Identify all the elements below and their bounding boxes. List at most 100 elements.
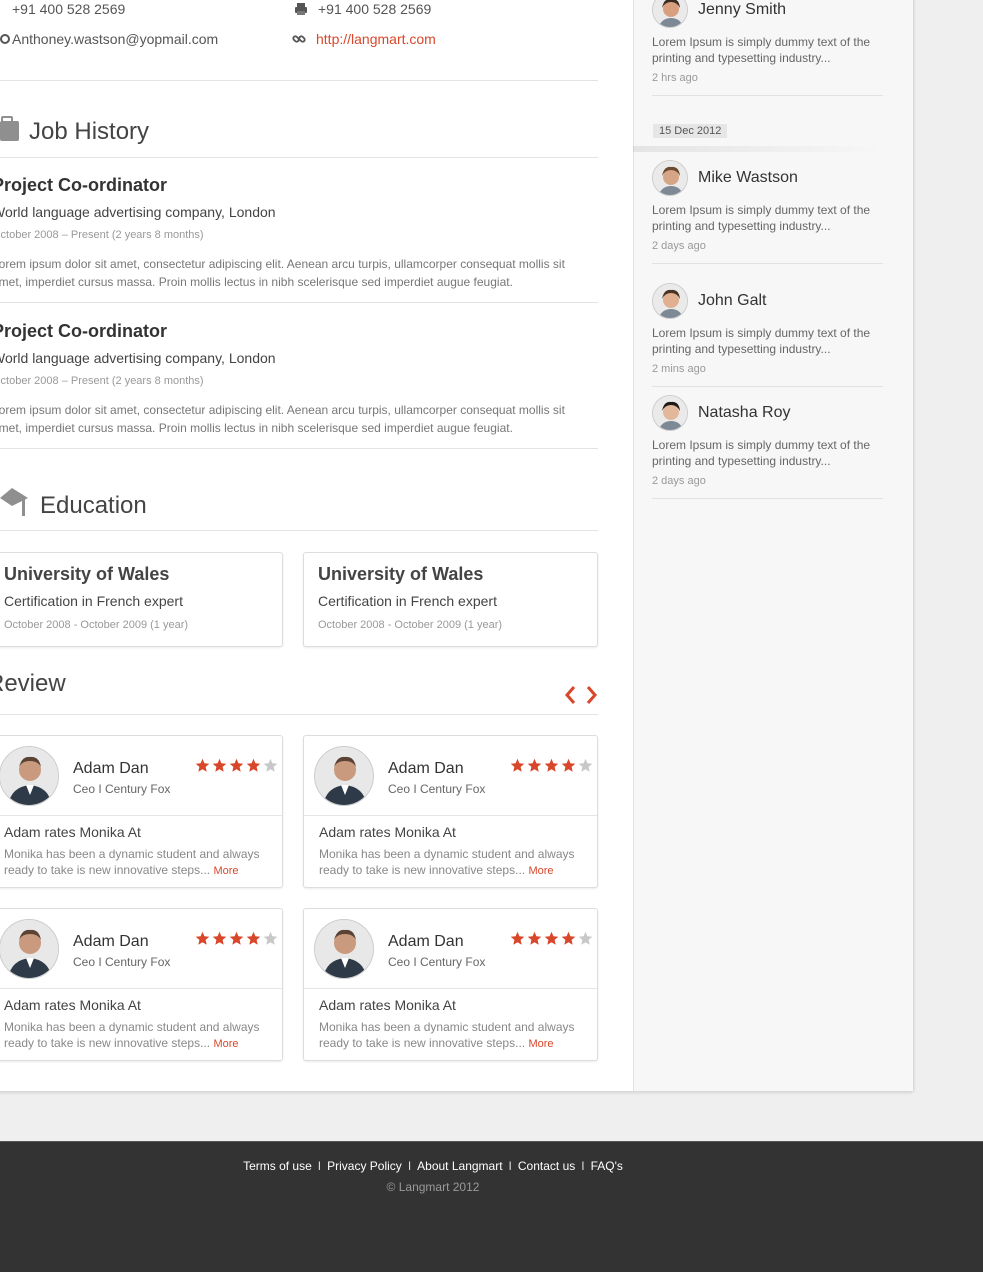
review-text: Monika has been a dynamic student and al… [4, 846, 270, 879]
review-text: Monika has been a dynamic student and al… [4, 1019, 270, 1052]
more-link[interactable]: More [213, 865, 238, 877]
graduation-cap-icon [0, 488, 28, 523]
avatar [314, 746, 374, 806]
chevron-right-icon[interactable] [586, 684, 602, 708]
briefcase-icon [0, 115, 19, 148]
education-certification: Certification in French expert [4, 593, 183, 609]
fax-contact: +91 400 528 2569 [294, 1, 431, 17]
star-icon [263, 931, 278, 945]
review-header: Adam Dan Ceo I Century Fox [304, 736, 597, 816]
activity-divider [652, 95, 883, 96]
job-history-heading: Job History [0, 115, 149, 148]
date-divider-shadow [633, 146, 883, 152]
education-heading: Education [0, 488, 147, 523]
footer-link[interactable]: About Langmart [417, 1159, 502, 1173]
footer-separator: I [581, 1159, 585, 1173]
education-dates: October 2008 - October 2009 (1 year) [4, 619, 189, 631]
review-title: Review [0, 670, 66, 697]
job-title: Project Co-ordinator [0, 321, 168, 341]
activity-divider [652, 386, 883, 387]
activity-text: Lorem Ipsum is simply dummy text of the … [652, 35, 871, 65]
job-entry: Project Co-ordinator World language adve… [0, 175, 598, 291]
email-value[interactable]: Anthoney.wastson@yopmail.com [12, 31, 218, 47]
star-icon [578, 931, 593, 945]
review-heading: Review [0, 670, 66, 698]
footer-links: Terms of use I Privacy Policy I About Langma… [0, 1159, 866, 1173]
review-headline: Adam rates Monika At [319, 997, 456, 1013]
star-icon [561, 758, 576, 772]
activity-item[interactable]: Natasha Roy Lorem Ipsum is simply dummy … [652, 395, 883, 487]
activity-time: 2 hrs ago [652, 72, 698, 84]
footer-link[interactable]: FAQ's [591, 1159, 623, 1173]
reviewer-name: Adam Dan [73, 760, 149, 777]
footer-link[interactable]: Contact us [518, 1159, 575, 1173]
education-card: University of Wales Certification in Fre… [303, 552, 598, 647]
activity-time: 2 days ago [652, 475, 706, 487]
star-icon [229, 758, 244, 772]
activity-header: John Galt [652, 283, 883, 319]
review-headline: Adam rates Monika At [4, 824, 141, 840]
chevron-left-icon[interactable] [564, 684, 580, 708]
more-link[interactable]: More [528, 1038, 553, 1050]
star-icon [544, 758, 559, 772]
job-entry: Project Co-ordinator World language adve… [0, 321, 598, 437]
avatar [652, 160, 688, 196]
star-icon [544, 931, 559, 945]
star-rating [508, 758, 593, 773]
job-company: World language advertising company, Lond… [0, 204, 276, 220]
job-description: Lorem ipsum dolor sit amet, consectetur … [0, 257, 565, 289]
activity-name: Jenny Smith [698, 1, 787, 18]
website-contact: http://langmart.com [292, 31, 436, 47]
star-icon [527, 758, 542, 772]
avatar [652, 283, 688, 319]
activity-header: Jenny Smith [652, 0, 883, 28]
activity-text: Lorem Ipsum is simply dummy text of the … [652, 326, 871, 356]
reviewer-name: Adam Dan [73, 933, 149, 950]
avatar [0, 746, 59, 806]
footer-separator: I [407, 1159, 412, 1173]
divider [0, 157, 598, 158]
review-headline: Adam rates Monika At [4, 997, 141, 1013]
footer-separator: I [317, 1159, 322, 1173]
avatar [314, 919, 374, 979]
education-university: University of Wales [318, 564, 484, 584]
divider [0, 714, 598, 715]
more-link[interactable]: More [213, 1038, 238, 1050]
activity-name: Mike Wastson [698, 169, 798, 186]
copyright: © Langmart 2012 [386, 1180, 480, 1194]
activity-divider [652, 498, 883, 499]
star-rating [508, 931, 593, 946]
review-card: Adam Dan Ceo I Century Fox Adam rates Mo… [0, 908, 283, 1061]
link-icon [292, 32, 306, 46]
job-description: Lorem ipsum dolor sit amet, consectetur … [0, 403, 565, 435]
job-company: World language advertising company, Lond… [0, 350, 276, 366]
job-title: Project Co-ordinator [0, 175, 168, 195]
activity-header: Mike Wastson [652, 160, 883, 196]
activity-time: 2 days ago [652, 240, 706, 252]
review-header: Adam Dan Ceo I Century Fox [0, 909, 282, 989]
more-link[interactable]: More [528, 865, 553, 877]
activity-item[interactable]: John Galt Lorem Ipsum is simply dummy te… [652, 283, 883, 375]
reviewer-name: Adam Dan [388, 760, 464, 777]
star-icon [195, 931, 210, 945]
activity-header: Natasha Roy [652, 395, 883, 431]
footer: Terms of use I Privacy Policy I About Langma… [0, 1141, 983, 1272]
activity-item[interactable]: Mike Wastson Lorem Ipsum is simply dummy… [652, 160, 883, 252]
star-icon [510, 758, 525, 772]
footer-separator: I [508, 1159, 512, 1173]
footer-link[interactable]: Privacy Policy [327, 1159, 402, 1173]
footer-link[interactable]: Terms of use [243, 1159, 312, 1173]
email-contact: Anthoney.wastson@yopmail.com [0, 31, 218, 47]
star-icon [195, 758, 210, 772]
star-icon [246, 758, 261, 772]
avatar [652, 0, 688, 28]
date-tag: 15 Dec 2012 [653, 124, 728, 138]
fax-value: +91 400 528 2569 [318, 1, 432, 17]
star-icon [263, 758, 278, 772]
website-link[interactable]: http://langmart.com [316, 31, 436, 47]
star-rating [193, 758, 278, 773]
activity-item[interactable]: Jenny Smith Lorem Ipsum is simply dummy … [652, 0, 883, 84]
phone-contact: +91 400 528 2569 [12, 1, 125, 17]
star-icon [229, 931, 244, 945]
divider [0, 80, 598, 81]
